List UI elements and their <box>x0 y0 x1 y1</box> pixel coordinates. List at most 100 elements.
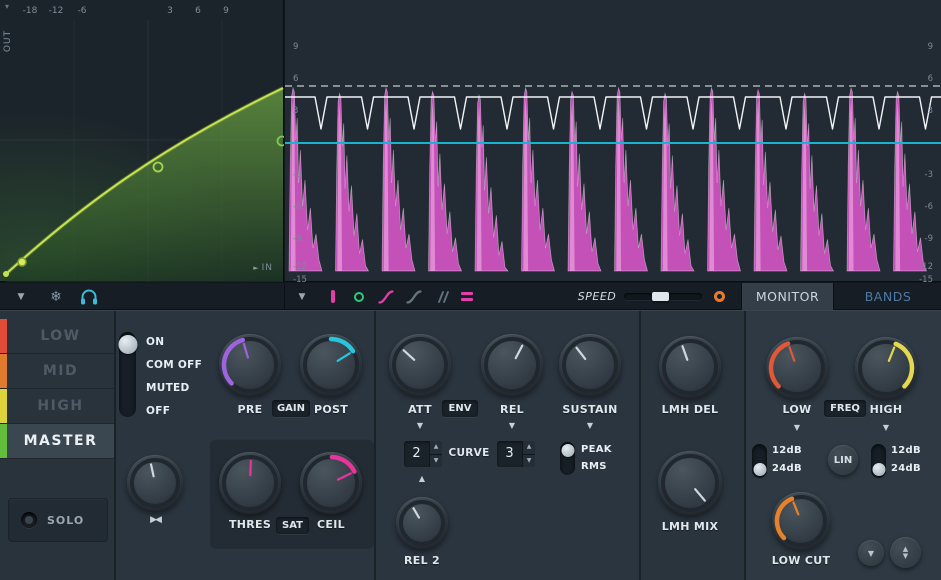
peak-rms-switch[interactable] <box>560 442 575 475</box>
svg-text:9: 9 <box>928 42 933 52</box>
tab-monitor[interactable]: MONITOR <box>741 283 834 310</box>
svg-text:-6: -6 <box>925 202 933 212</box>
panel-corner-marker-icon[interactable]: ▾ <box>5 2 9 11</box>
in-arrow-icon: ► <box>253 264 260 272</box>
high-slope-12db-label[interactable]: 12dB <box>891 445 921 456</box>
switch-option-off[interactable]: OFF <box>146 405 170 417</box>
solo-label: SOLO <box>47 513 85 527</box>
release-curve-stepper[interactable]: 3 ▲ ▼ <box>497 441 535 467</box>
out-scale-tick: -12 <box>48 6 64 16</box>
switch-option-muted[interactable]: MUTED <box>146 382 190 394</box>
out-scale-tick: -6 <box>77 6 87 16</box>
display-mode-lines-icon[interactable] <box>433 283 451 310</box>
band-row-low[interactable]: LOW <box>0 319 114 354</box>
out-scale-tick: 3 <box>167 6 173 16</box>
switch-option-com-off[interactable]: COM OFF <box>146 359 202 371</box>
band-color-mid <box>0 354 7 388</box>
high-freq-knob[interactable] <box>855 337 917 399</box>
headphones-icon[interactable] <box>78 283 100 310</box>
threshold-knob[interactable] <box>219 452 281 514</box>
stereo-link-icon[interactable]: ▶◀ <box>141 515 169 525</box>
peak-rms-switch-handle[interactable] <box>561 444 574 457</box>
band-label-mid: MID <box>42 363 79 379</box>
lmh-delay-knob[interactable] <box>659 336 721 398</box>
solo-radio-icon <box>21 512 37 528</box>
display-mode-curve-icon[interactable] <box>377 283 395 310</box>
low-cut-knob[interactable] <box>772 492 830 550</box>
lmh-mix-label: LMH MIX <box>661 520 719 533</box>
low-freq-knob[interactable] <box>766 337 828 399</box>
svg-text:-15: -15 <box>919 275 933 282</box>
attack-menu-arrow-icon[interactable]: ▼ <box>412 421 428 430</box>
high-slope-24db-label[interactable]: 24dB <box>891 463 921 474</box>
svg-text:-3: -3 <box>925 170 933 180</box>
release2-up-arrow-icon[interactable]: ▲ <box>414 474 430 483</box>
band-state-switch-handle[interactable] <box>118 335 137 354</box>
band-row-master[interactable]: MASTER <box>0 424 114 459</box>
low-slope-12db-label[interactable]: 12dB <box>772 445 802 456</box>
svg-text:9: 9 <box>293 42 298 52</box>
sustain-label: SUSTAIN <box>562 403 618 416</box>
record-scope-icon[interactable] <box>710 283 728 310</box>
band-pan-knob[interactable] <box>127 455 183 511</box>
band-row-mid[interactable]: MID <box>0 354 114 389</box>
ceiling-knob[interactable] <box>300 452 362 514</box>
release-knob[interactable] <box>481 334 543 396</box>
band-row-high[interactable]: HIGH <box>0 389 114 424</box>
tab-bands[interactable]: BANDS <box>835 283 941 310</box>
compression-curve-panel[interactable]: ▾ OUT -18 -12 -6 3 6 9 ► IN <box>0 0 288 282</box>
release2-label: REL 2 <box>404 554 440 567</box>
high-slope-switch-handle[interactable] <box>872 463 885 476</box>
high-menu-arrow-icon[interactable]: ▼ <box>878 423 894 432</box>
stepper-up-icon[interactable]: ▲ <box>523 441 535 455</box>
solo-button[interactable]: SOLO <box>8 498 108 542</box>
display-mode-curve2-icon[interactable] <box>405 283 423 310</box>
out-scale-tick: -18 <box>22 6 38 16</box>
svg-text:-9: -9 <box>293 234 301 244</box>
post-gain-knob[interactable] <box>300 334 362 396</box>
low-menu-arrow-icon[interactable]: ▼ <box>789 423 805 432</box>
band-state-switch[interactable] <box>118 332 137 417</box>
display-mode-equals-icon[interactable] <box>459 283 475 310</box>
display-mode-circle-icon[interactable] <box>351 283 367 310</box>
freeze-icon[interactable]: ❄ <box>46 283 66 310</box>
peak-label[interactable]: PEAK <box>581 444 612 455</box>
attack-knob[interactable] <box>389 334 451 396</box>
display-mode-bar-icon[interactable] <box>326 283 340 310</box>
rms-label[interactable]: RMS <box>581 461 607 472</box>
scope-menu-arrow-icon[interactable]: ▼ <box>293 283 311 310</box>
lmh-mix-knob[interactable] <box>658 451 722 515</box>
maximus-plugin-window: ▾ OUT -18 -12 -6 3 6 9 ► IN 9 9 6 6 3 3 -3 -3 -6 -6 -9 -9… <box>0 0 941 580</box>
low-slope-switch[interactable] <box>752 444 767 478</box>
sustain-knob[interactable] <box>559 334 621 396</box>
pre-gain-knob[interactable] <box>219 334 281 396</box>
release2-knob[interactable] <box>396 497 448 549</box>
high-slope-switch[interactable] <box>871 444 886 478</box>
preset-updown-button[interactable]: ▲ ▼ <box>890 537 921 568</box>
waveform-monitor-panel: 9 9 6 6 3 3 -3 -3 -6 -6 -9 -9 -12 -12 -15 -15 <box>285 0 941 285</box>
svg-text:-9: -9 <box>925 234 933 244</box>
ceiling-label: CEIL <box>317 518 345 531</box>
out-axis-label: OUT <box>3 29 13 53</box>
toolbar: ▼ ❄ ▼ SPEED MONITOR BANDS <box>0 283 941 310</box>
low-slope-switch-handle[interactable] <box>753 463 766 476</box>
compression-curve[interactable] <box>0 0 288 282</box>
svg-text:-12: -12 <box>293 262 307 272</box>
svg-text:3: 3 <box>293 106 298 116</box>
low-slope-24db-label[interactable]: 24dB <box>772 463 802 474</box>
speed-slider[interactable] <box>624 283 702 310</box>
divider <box>639 311 641 580</box>
svg-text:-6: -6 <box>293 202 301 212</box>
lin-phase-button[interactable]: LIN <box>828 445 858 475</box>
stepper-down-icon[interactable]: ▼ <box>523 454 535 467</box>
sustain-menu-arrow-icon[interactable]: ▼ <box>582 421 598 430</box>
lmh-delay-label: LMH DEL <box>661 403 719 416</box>
switch-option-on[interactable]: ON <box>146 336 164 348</box>
release-menu-arrow-icon[interactable]: ▼ <box>504 421 520 430</box>
speed-slider-handle[interactable] <box>652 292 669 301</box>
preset-menu-button[interactable]: ▼ <box>858 540 884 566</box>
out-scale-tick: 9 <box>223 6 229 16</box>
curve-menu-arrow-icon[interactable]: ▼ <box>12 283 30 310</box>
svg-text:-3: -3 <box>293 170 301 180</box>
divider <box>374 311 376 580</box>
